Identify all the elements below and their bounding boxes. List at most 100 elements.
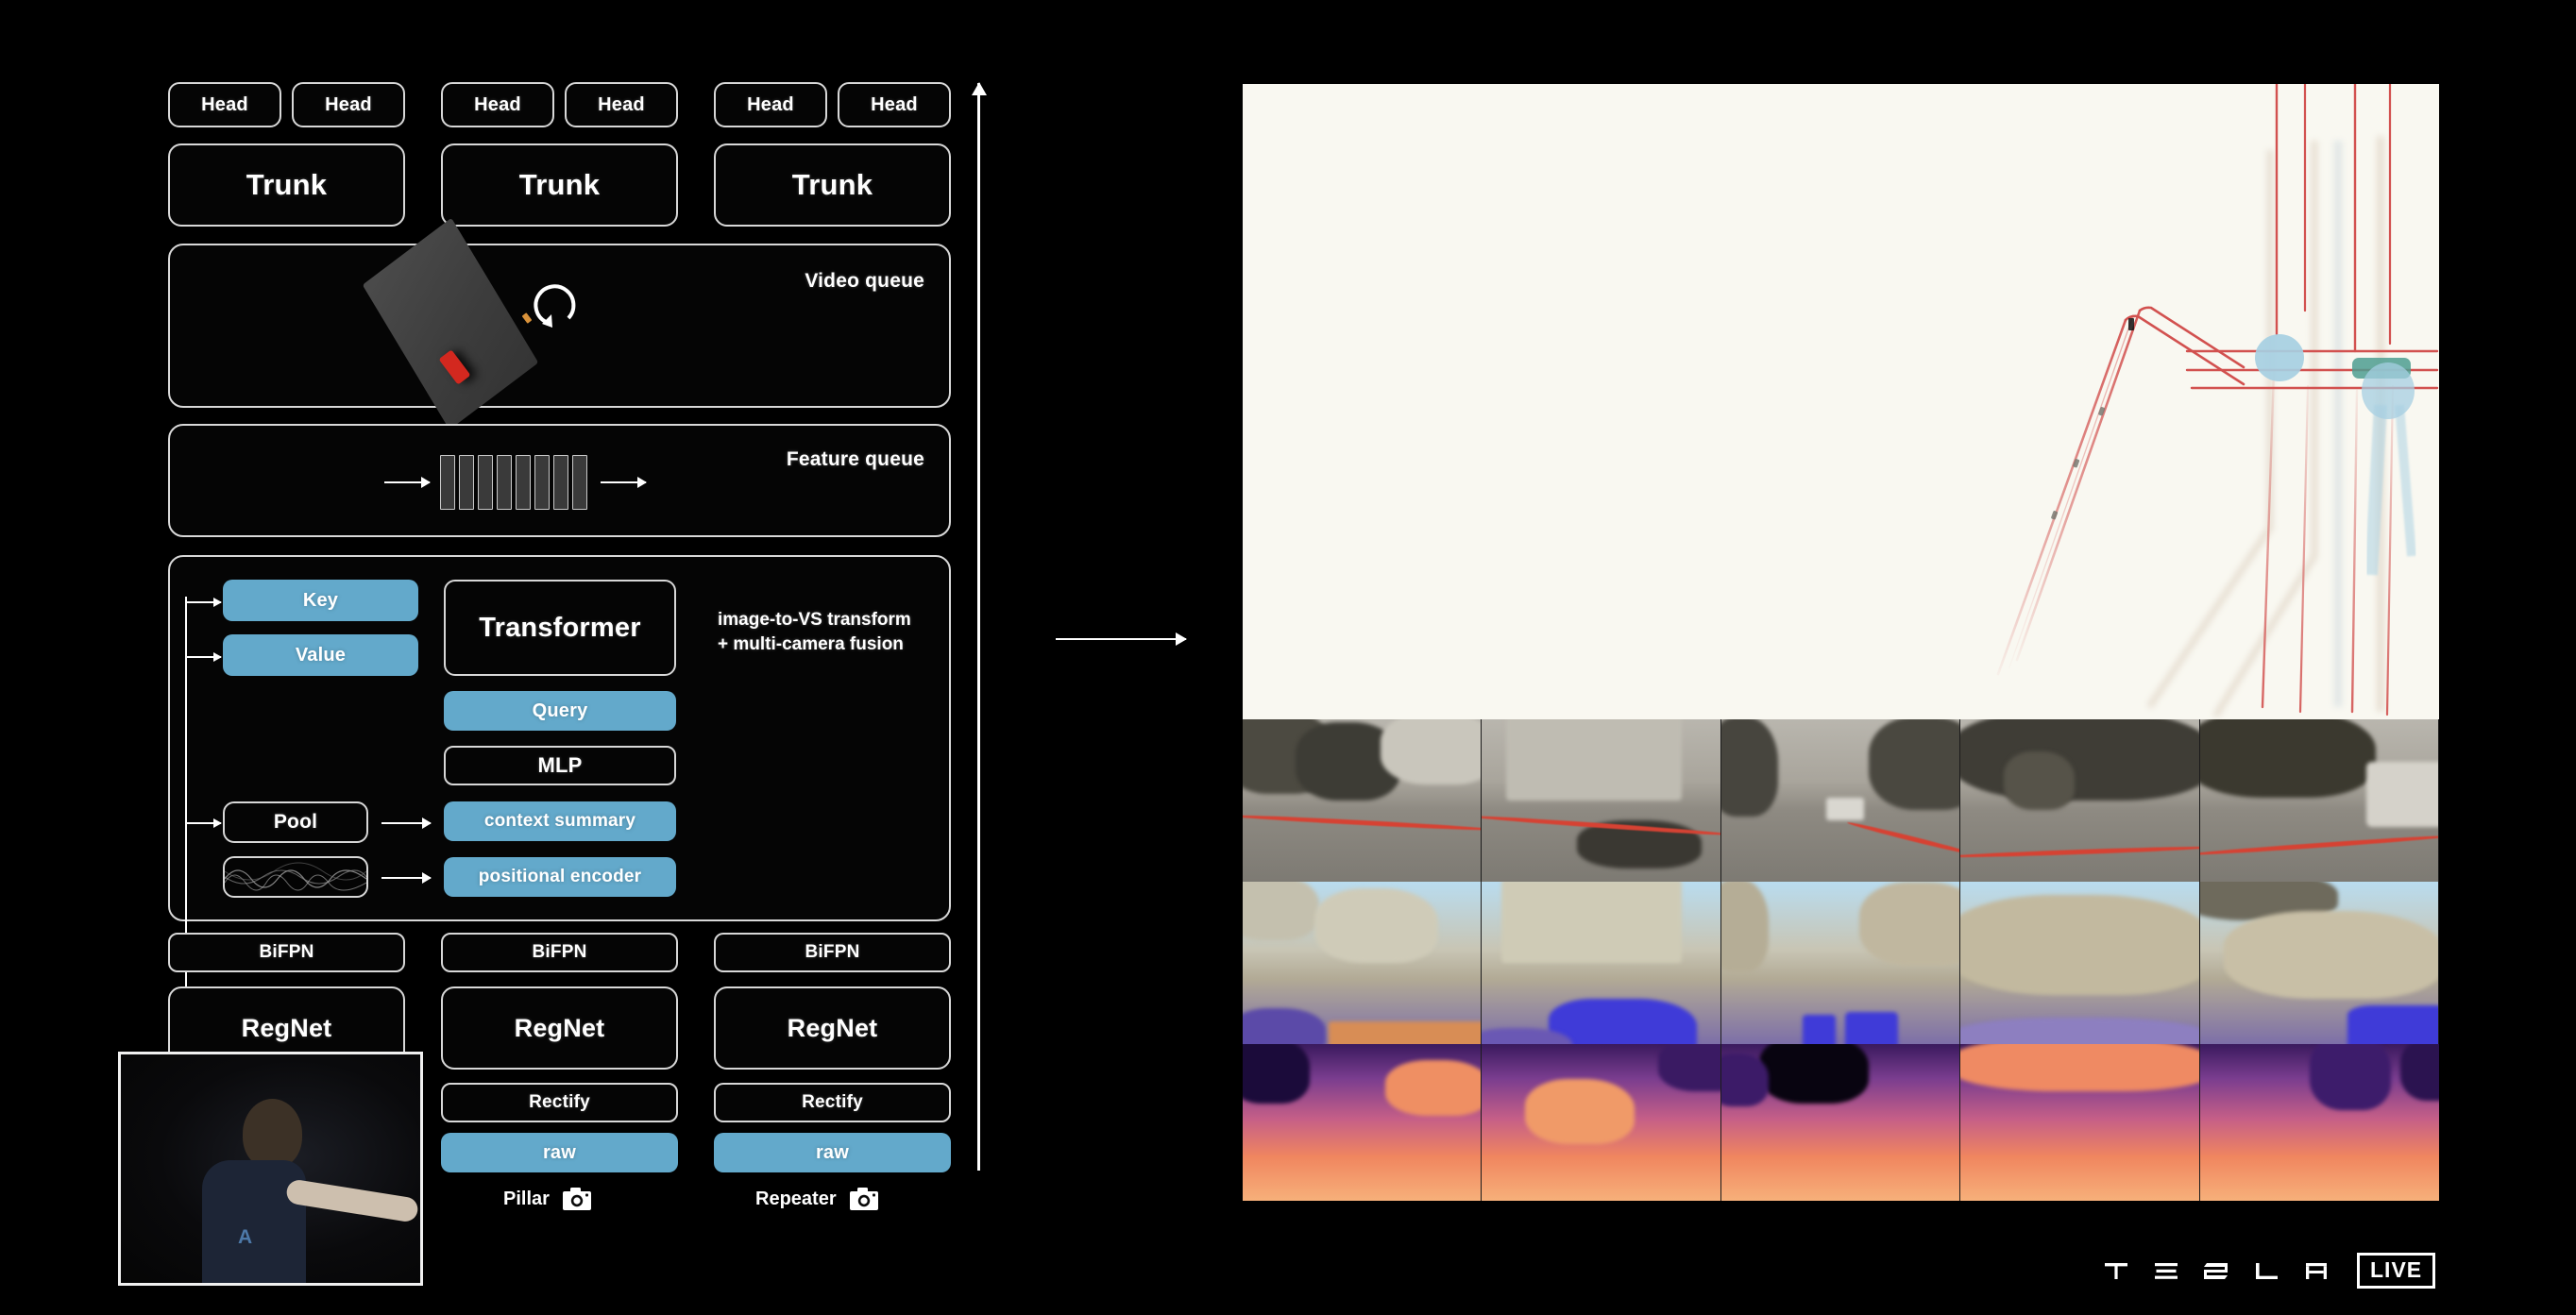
head-label: Head [747, 93, 794, 115]
regnet-label: RegNet [241, 1013, 332, 1042]
video-queue-panel[interactable]: Video queue [168, 217, 951, 430]
video-queue-plane-icon [362, 217, 539, 430]
bifpn-box-3[interactable]: BiFPN [714, 933, 951, 972]
trunk-label: Trunk [791, 168, 873, 201]
raw-box-2[interactable]: raw [714, 1133, 951, 1172]
head-box-4[interactable]: Head [565, 82, 678, 127]
feature-queue-slabs-icon [440, 455, 587, 510]
transformer-label: Transformer [479, 612, 641, 643]
raw-box-1[interactable]: raw [441, 1133, 678, 1172]
positional-encoder-label: positional encoder [478, 867, 642, 886]
positional-to-encoder-arrow-icon [381, 877, 431, 879]
trunk-box-3[interactable]: Trunk [714, 143, 951, 227]
head-label: Head [325, 93, 372, 115]
head-label: Head [474, 93, 521, 115]
vs-junction-marker-3 [2362, 362, 2415, 419]
head-box-1[interactable]: Head [168, 82, 281, 127]
camera-cell-seg-front-main[interactable] [1720, 882, 1961, 1044]
fusion-stub-value [185, 656, 221, 658]
tesla-brand-lockup: TESLA [2104, 1253, 2436, 1289]
vs-junction-marker-1 [2255, 334, 2304, 381]
camera-cell-raw-front-main[interactable] [1720, 719, 1961, 882]
pillar-camera-label: Pillar [503, 1188, 550, 1209]
vector-space-birdseye-view[interactable] [1243, 84, 2439, 719]
bifpn-box-1[interactable]: BiFPN [168, 933, 405, 972]
head-box-5[interactable]: Head [714, 82, 827, 127]
live-badge: LIVE [2357, 1253, 2436, 1289]
query-box[interactable]: Query [444, 691, 676, 731]
rectify-label: Rectify [802, 1092, 863, 1112]
camera-cell-seg-right-repeater[interactable] [1960, 882, 2200, 1044]
transformer-box[interactable]: Transformer [444, 580, 676, 676]
tesla-letter-t-icon [2104, 1258, 2128, 1283]
bifpn-label: BiFPN [805, 942, 860, 962]
fusion-stub-pool [185, 822, 221, 824]
bifpn-box-2[interactable]: BiFPN [441, 933, 678, 972]
camera-cell-depth-left-pillar[interactable] [1243, 1044, 1483, 1201]
presenter-video-inset[interactable]: A [118, 1052, 423, 1286]
bifpn-label: BiFPN [259, 942, 314, 962]
head-label: Head [598, 93, 645, 115]
camera-cell-depth-right-pillar[interactable] [2199, 1044, 2439, 1201]
camera-icon [849, 1188, 878, 1210]
head-box-2[interactable]: Head [292, 82, 405, 127]
repeater-camera-source: Repeater [755, 1188, 878, 1210]
camera-cell-raw-right-pillar[interactable] [2199, 719, 2439, 882]
camera-cell-raw-right-repeater[interactable] [1960, 719, 2200, 882]
head-label: Head [201, 93, 248, 115]
presenter-head [243, 1099, 302, 1169]
slide-canvas: Head Head Head Head Head Head Trunk Trun… [0, 0, 2576, 1315]
feature-queue-panel[interactable]: Feature queue [168, 424, 951, 537]
head-box-6[interactable]: Head [838, 82, 951, 127]
tesla-letter-s-icon [2204, 1258, 2229, 1283]
pool-box[interactable]: Pool [223, 801, 368, 843]
feature-queue-label: Feature queue [786, 448, 924, 470]
camera-cell-raw-left-pillar[interactable] [1243, 719, 1483, 882]
camera-cell-depth-front-main[interactable] [1720, 1044, 1961, 1201]
mlp-box[interactable]: MLP [444, 746, 676, 785]
pool-to-context-arrow-icon [381, 822, 431, 824]
camera-icon [562, 1188, 591, 1210]
pillar-camera-source: Pillar [503, 1188, 591, 1210]
regnet-box-3[interactable]: RegNet [714, 986, 951, 1070]
dataflow-up-arrow-icon [977, 83, 980, 1171]
head-box-3[interactable]: Head [441, 82, 554, 127]
rectify-label: Rectify [529, 1092, 590, 1112]
fusion-annotation: image-to-VS transform + multi-camera fus… [718, 608, 911, 656]
feature-queue-out-arrow-icon [601, 481, 646, 483]
trunk-label: Trunk [518, 168, 601, 201]
positional-encoder-box[interactable]: positional encoder [444, 857, 676, 897]
positional-waveform-icon [223, 856, 368, 898]
camera-cell-depth-right-repeater[interactable] [1960, 1044, 2200, 1201]
camera-cell-depth-left-repeater[interactable] [1482, 1044, 1721, 1201]
regnet-label: RegNet [514, 1013, 605, 1042]
context-summary-label: context summary [483, 811, 636, 831]
trunk-box-2[interactable]: Trunk [441, 143, 678, 227]
context-summary-box[interactable]: context summary [444, 801, 676, 841]
fusion-annotation-line-1: image-to-VS transform [718, 610, 911, 630]
regnet-box-2[interactable]: RegNet [441, 986, 678, 1070]
camera-cell-raw-left-repeater[interactable] [1482, 719, 1721, 882]
camera-cell-seg-left-pillar[interactable] [1243, 882, 1483, 1044]
repeater-camera-label: Repeater [755, 1188, 837, 1209]
bifpn-label: BiFPN [532, 942, 587, 962]
tesla-letter-l-icon [2254, 1258, 2279, 1283]
rectify-box-1[interactable]: Rectify [441, 1083, 678, 1122]
tesla-letter-a-icon [2304, 1258, 2329, 1283]
camera-cell-seg-left-repeater[interactable] [1482, 882, 1721, 1044]
raw-label: raw [815, 1141, 850, 1163]
key-box[interactable]: Key [223, 580, 418, 621]
key-label: Key [302, 589, 339, 611]
value-label: Value [295, 644, 347, 666]
camera-cell-seg-right-pillar[interactable] [2199, 882, 2439, 1044]
fusion-stub-key [185, 601, 221, 603]
trunk-box-1[interactable]: Trunk [168, 143, 405, 227]
video-queue-label: Video queue [805, 270, 924, 292]
diagram-to-visualization-arrow-icon [1056, 638, 1186, 640]
camera-feed-grid[interactable] [1243, 719, 2439, 1201]
tesla-letter-e-icon [2154, 1258, 2178, 1283]
query-label: Query [532, 700, 588, 721]
video-queue-loop-arrow-icon [527, 278, 585, 337]
value-box[interactable]: Value [223, 634, 418, 676]
rectify-box-2[interactable]: Rectify [714, 1083, 951, 1122]
